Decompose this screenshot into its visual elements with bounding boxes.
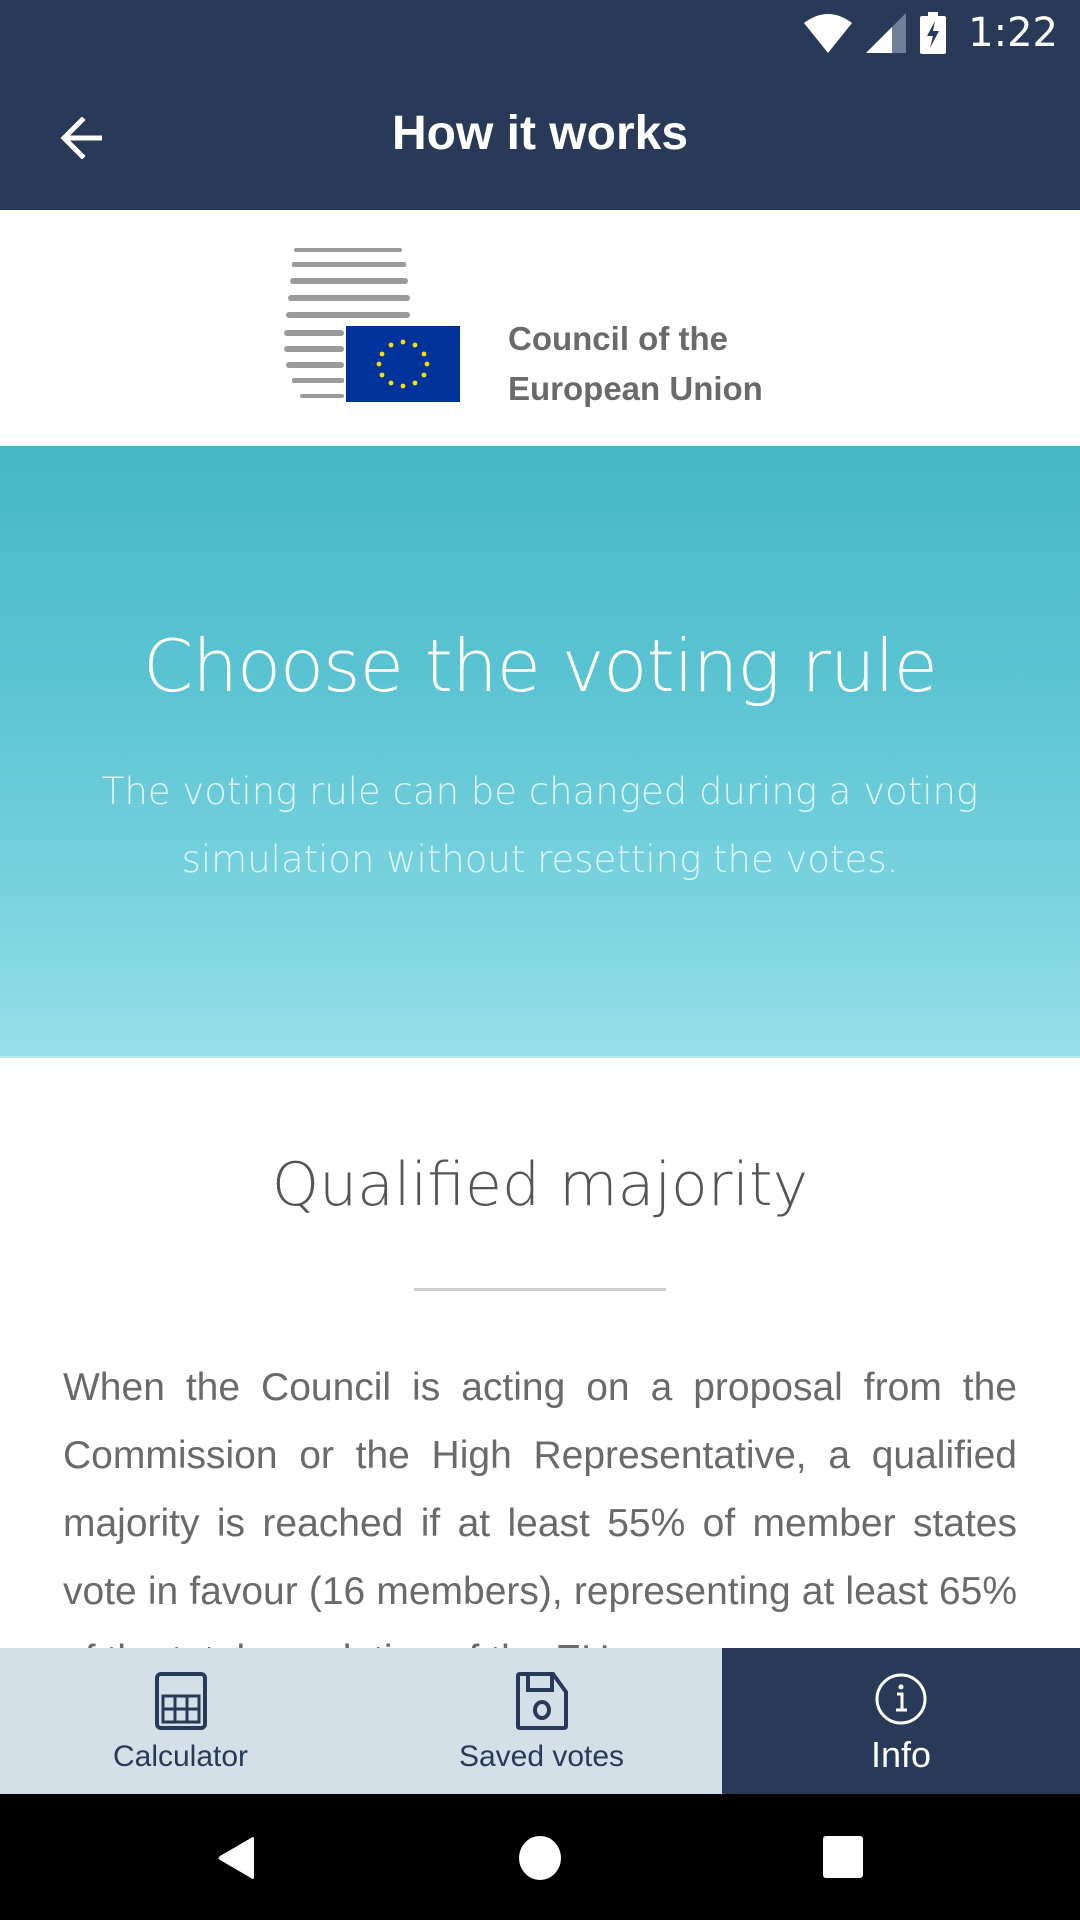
info-icon — [875, 1673, 927, 1725]
council-name: Council of the European Union — [508, 314, 763, 414]
council-name-line1: Council of the — [508, 320, 728, 357]
nav-item-saved-votes[interactable]: Saved votes — [361, 1648, 722, 1794]
nav-label-saved-votes: Saved votes — [458, 1740, 625, 1773]
section-title: Qualified majority — [271, 1150, 809, 1220]
hero-banner: Choose the voting rule The voting rule c… — [0, 446, 1080, 1058]
section-body: When the Council is acting on a proposal… — [63, 1366, 1017, 1648]
system-recents-icon[interactable] — [823, 1836, 863, 1878]
page-title: How it works — [391, 107, 689, 160]
system-back-icon[interactable] — [216, 1836, 256, 1880]
nav-item-calculator[interactable]: Calculator — [0, 1648, 361, 1794]
status-icons: 1:22 — [804, 8, 1058, 58]
status-time: 1:22 — [968, 10, 1058, 56]
calculator-icon — [154, 1672, 207, 1730]
nav-label-info: Info — [870, 1734, 932, 1775]
save-icon — [515, 1672, 568, 1730]
hero-subtitle: The voting rule can be changed during a … — [101, 770, 979, 881]
system-home-icon[interactable] — [519, 1836, 561, 1880]
council-logo-banner: Council of the European Union — [0, 210, 1080, 446]
council-logo-icon — [284, 248, 460, 402]
content-scroll-area[interactable]: Qualified majority When the Council is a… — [0, 1058, 1080, 1648]
nav-label-calculator: Calculator — [112, 1740, 249, 1773]
cell-signal-icon — [866, 13, 907, 53]
bottom-nav: Calculator Saved votes Info — [0, 1648, 1080, 1794]
wifi-icon — [804, 14, 853, 53]
section-divider — [414, 1288, 666, 1291]
council-name-line2: European Union — [508, 370, 763, 407]
hero-title: Choose the voting rule — [143, 624, 938, 708]
status-bar: 1:22 — [0, 0, 1080, 66]
nav-item-info[interactable]: Info — [722, 1648, 1080, 1794]
app-bar: How it works — [0, 66, 1080, 210]
battery-charging-icon — [920, 12, 947, 54]
system-nav-bar — [0, 1794, 1080, 1920]
